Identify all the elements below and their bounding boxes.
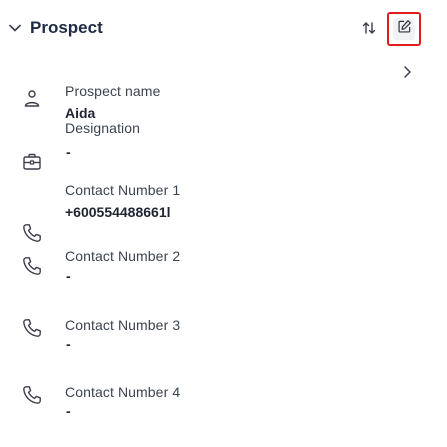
phone-icon: [21, 384, 43, 406]
prospect-section-toggle[interactable]: Prospect: [8, 18, 103, 38]
field-value: Aida: [65, 105, 96, 121]
phone-icon: [21, 255, 43, 277]
chevron-right-icon[interactable]: [402, 65, 412, 84]
edit-square-icon: [397, 19, 412, 39]
briefcase-icon: [21, 151, 43, 173]
field-label: Prospect name: [65, 83, 161, 99]
field-label: Contact Number 1: [65, 182, 181, 198]
field-label: Contact Number 4: [65, 384, 181, 400]
field-label: Contact Number 2: [65, 248, 181, 264]
swap-vertical-icon: [361, 20, 377, 41]
chevron-down-icon: [8, 21, 22, 35]
swap-order-button[interactable]: [358, 19, 380, 41]
edit-button[interactable]: [387, 12, 421, 46]
section-header: Prospect: [0, 0, 447, 60]
field-label: Contact Number 3: [65, 317, 181, 333]
phone-icon: [21, 222, 43, 244]
field-value: -: [66, 144, 71, 160]
phone-icon: [21, 317, 43, 339]
user-icon: [21, 88, 43, 110]
field-label: Designation: [65, 120, 141, 136]
field-value: -: [66, 336, 71, 352]
field-value: +600554488661l: [65, 204, 171, 220]
field-value: -: [66, 403, 71, 419]
section-title: Prospect: [30, 18, 103, 37]
edit-button-inner: [393, 18, 415, 40]
field-value: -: [66, 268, 71, 284]
